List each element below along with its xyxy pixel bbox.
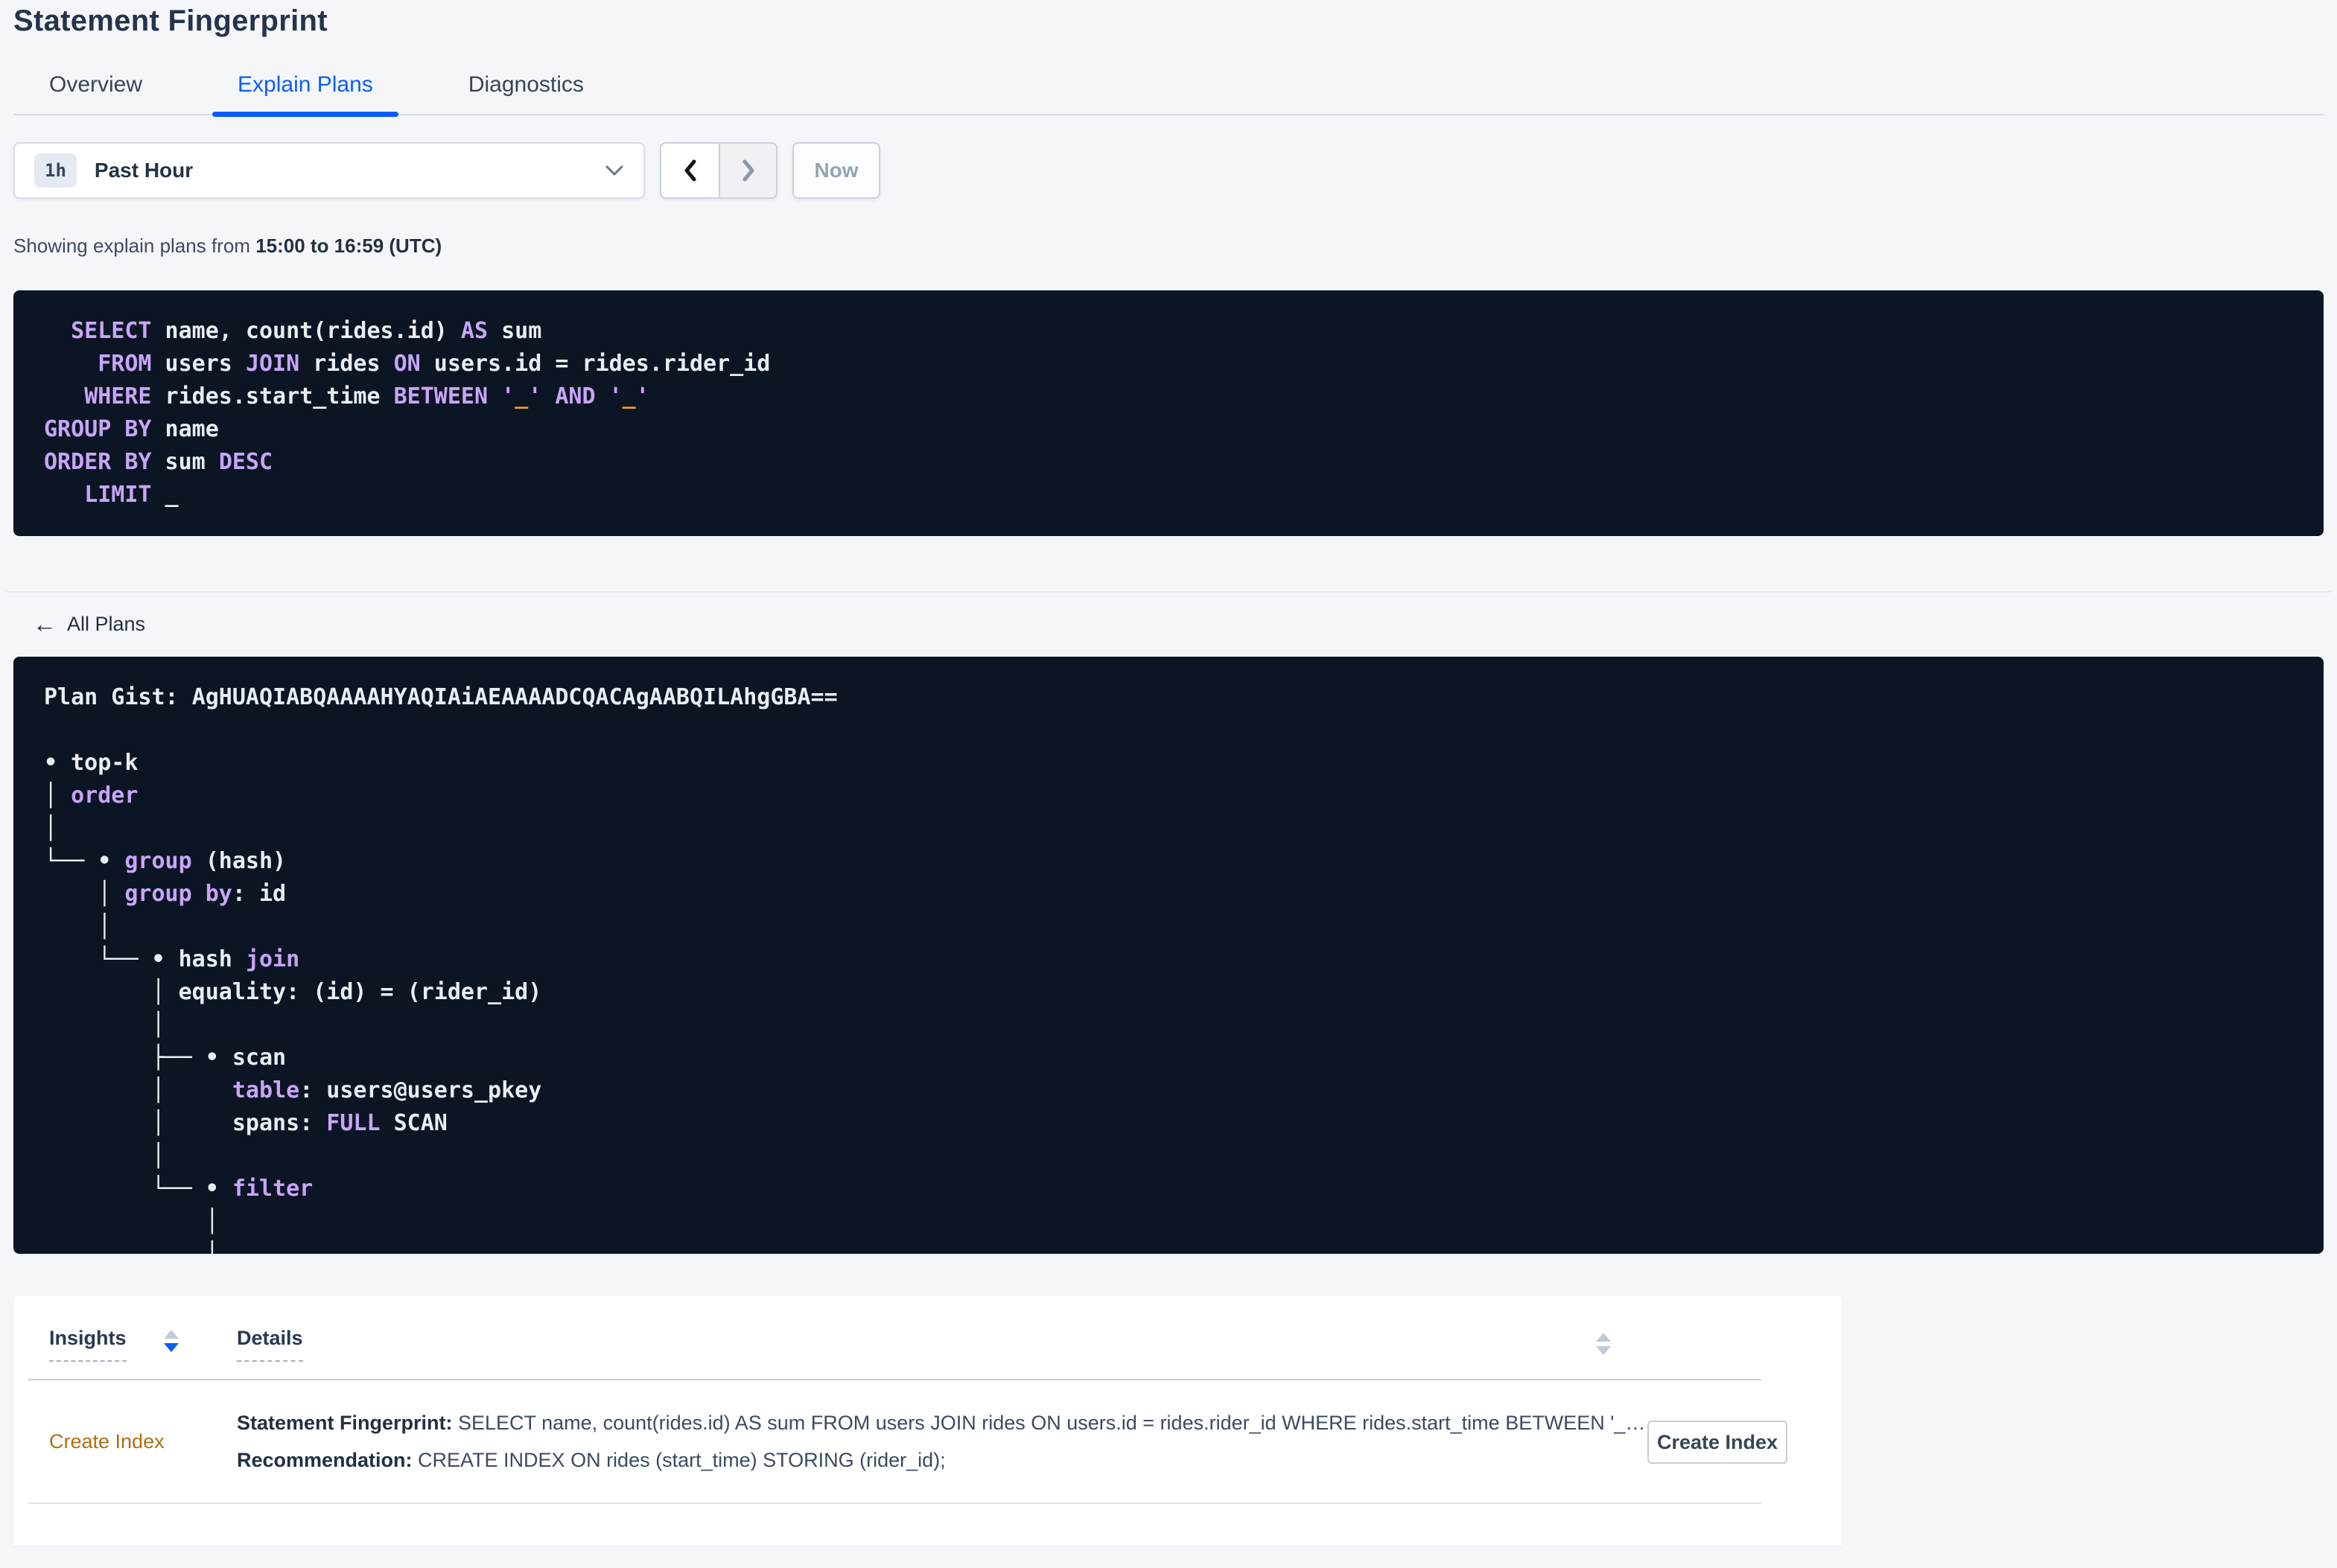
sort-icon-details[interactable]: [1596, 1333, 1611, 1355]
create-index-button[interactable]: Create Index: [1647, 1421, 1787, 1464]
sort-down-triangle: [1596, 1346, 1611, 1355]
code-line: ├── • scan: [44, 1045, 287, 1071]
sort-icon-insights[interactable]: [163, 1330, 179, 1352]
sort-up-triangle: [1596, 1333, 1611, 1342]
insights-column-header: Insights: [49, 1327, 237, 1362]
all-plans-back-link[interactable]: ← All Plans: [33, 612, 145, 636]
code-line: FROM users JOIN rides ON users.id = ride…: [98, 351, 771, 377]
all-plans-label: All Plans: [67, 612, 146, 635]
sql-statement-block: SELECT name, count(rides.id) AS sum FROM…: [13, 290, 2324, 536]
code-line: │: [44, 1143, 165, 1169]
fingerprint-value: SELECT name, count(rides.id) AS sum FROM…: [452, 1412, 1646, 1434]
tab-overview[interactable]: Overview: [24, 60, 168, 114]
arrow-left-icon: ←: [33, 611, 57, 637]
code-line: │ table: users@users_pkey: [44, 1077, 542, 1103]
fingerprint-label: Statement Fingerprint:: [237, 1412, 453, 1434]
previous-range-button[interactable]: [661, 144, 719, 197]
code-line: ORDER BY sum DESC: [44, 449, 273, 475]
page-title: Statement Fingerprint: [13, 4, 328, 37]
insights-column-label[interactable]: Insights: [49, 1327, 127, 1362]
insight-link[interactable]: Create Index: [49, 1430, 237, 1453]
code-line: │ equality: (id) = (rider_id): [44, 979, 542, 1005]
page: Statement Fingerprint Overview Explain P…: [0, 0, 2337, 1546]
sort-down-triangle: [163, 1343, 179, 1352]
code-line: └── • hash join: [44, 946, 300, 972]
plan-gist-block: Plan Gist: AgHUAQIABQAAAAHYAQIAiAEAAAADC…: [13, 657, 2324, 1254]
tab-bar: Overview Explain Plans Diagnostics: [13, 60, 2324, 117]
details-column-label[interactable]: Details: [237, 1327, 303, 1362]
insights-table-card: Insights Details Create Index Statement …: [13, 1295, 1842, 1546]
section-divider: [6, 591, 2331, 593]
code-line: Plan Gist: AgHUAQIABQAAAAHYAQIAiAEAAAADC…: [44, 684, 838, 710]
now-button[interactable]: Now: [792, 142, 880, 199]
code-line: │: [44, 1208, 219, 1234]
time-range-badge: 1h: [34, 153, 77, 188]
code-line: └── • group (hash): [44, 848, 287, 874]
showing-range-text: Showing explain plans from 15:00 to 16:5…: [13, 235, 2324, 258]
recommendation-label: Recommendation:: [237, 1449, 413, 1471]
tab-explain-plans[interactable]: Explain Plans: [212, 60, 398, 117]
code-line: LIMIT _: [84, 482, 179, 508]
time-controls: 1h Past Hour Now: [13, 142, 2324, 199]
chevron-left-icon: [679, 158, 702, 183]
row-divider: [28, 1502, 1761, 1504]
chevron-down-icon: [605, 165, 624, 176]
code-line: │: [44, 815, 58, 841]
code-line: │: [44, 1238, 2293, 1254]
recommendation-value: CREATE INDEX ON rides (start_time) STORI…: [412, 1449, 946, 1471]
time-range-label: Past Hour: [94, 159, 194, 182]
sort-up-triangle: [163, 1330, 179, 1339]
code-line: • top-k: [44, 750, 139, 776]
table-row: Create Index Statement Fingerprint: SELE…: [13, 1380, 1842, 1502]
tab-diagnostics[interactable]: Diagnostics: [443, 60, 609, 114]
code-line: WHERE rides.start_time BETWEEN '_' AND '…: [84, 383, 649, 409]
next-range-button[interactable]: [719, 144, 776, 197]
chevron-right-icon: [737, 158, 760, 183]
code-line: └── • filter: [44, 1176, 314, 1202]
insights-table-header: Insights Details: [13, 1295, 1842, 1362]
code-line: SELECT name, count(rides.id) AS sum: [71, 318, 542, 344]
code-line: │ group by: id: [44, 881, 287, 907]
code-line: │ order: [44, 783, 139, 809]
showing-range-bold: 15:00 to 16:59 (UTC): [255, 235, 442, 257]
code-line: GROUP BY name: [44, 416, 219, 442]
recommendation-line: Recommendation: CREATE INDEX ON rides (s…: [237, 1441, 1645, 1479]
time-nav-group: [660, 142, 778, 199]
code-line: │: [44, 1012, 165, 1038]
fingerprint-line: Statement Fingerprint: SELECT name, coun…: [237, 1404, 1645, 1441]
showing-range-prefix: Showing explain plans from: [13, 235, 256, 257]
code-line: │ spans: FULL SCAN: [44, 1110, 448, 1136]
code-line: │: [44, 914, 112, 940]
details-cell: Statement Fingerprint: SELECT name, coun…: [237, 1404, 1645, 1479]
time-range-dropdown[interactable]: 1h Past Hour: [13, 142, 645, 199]
